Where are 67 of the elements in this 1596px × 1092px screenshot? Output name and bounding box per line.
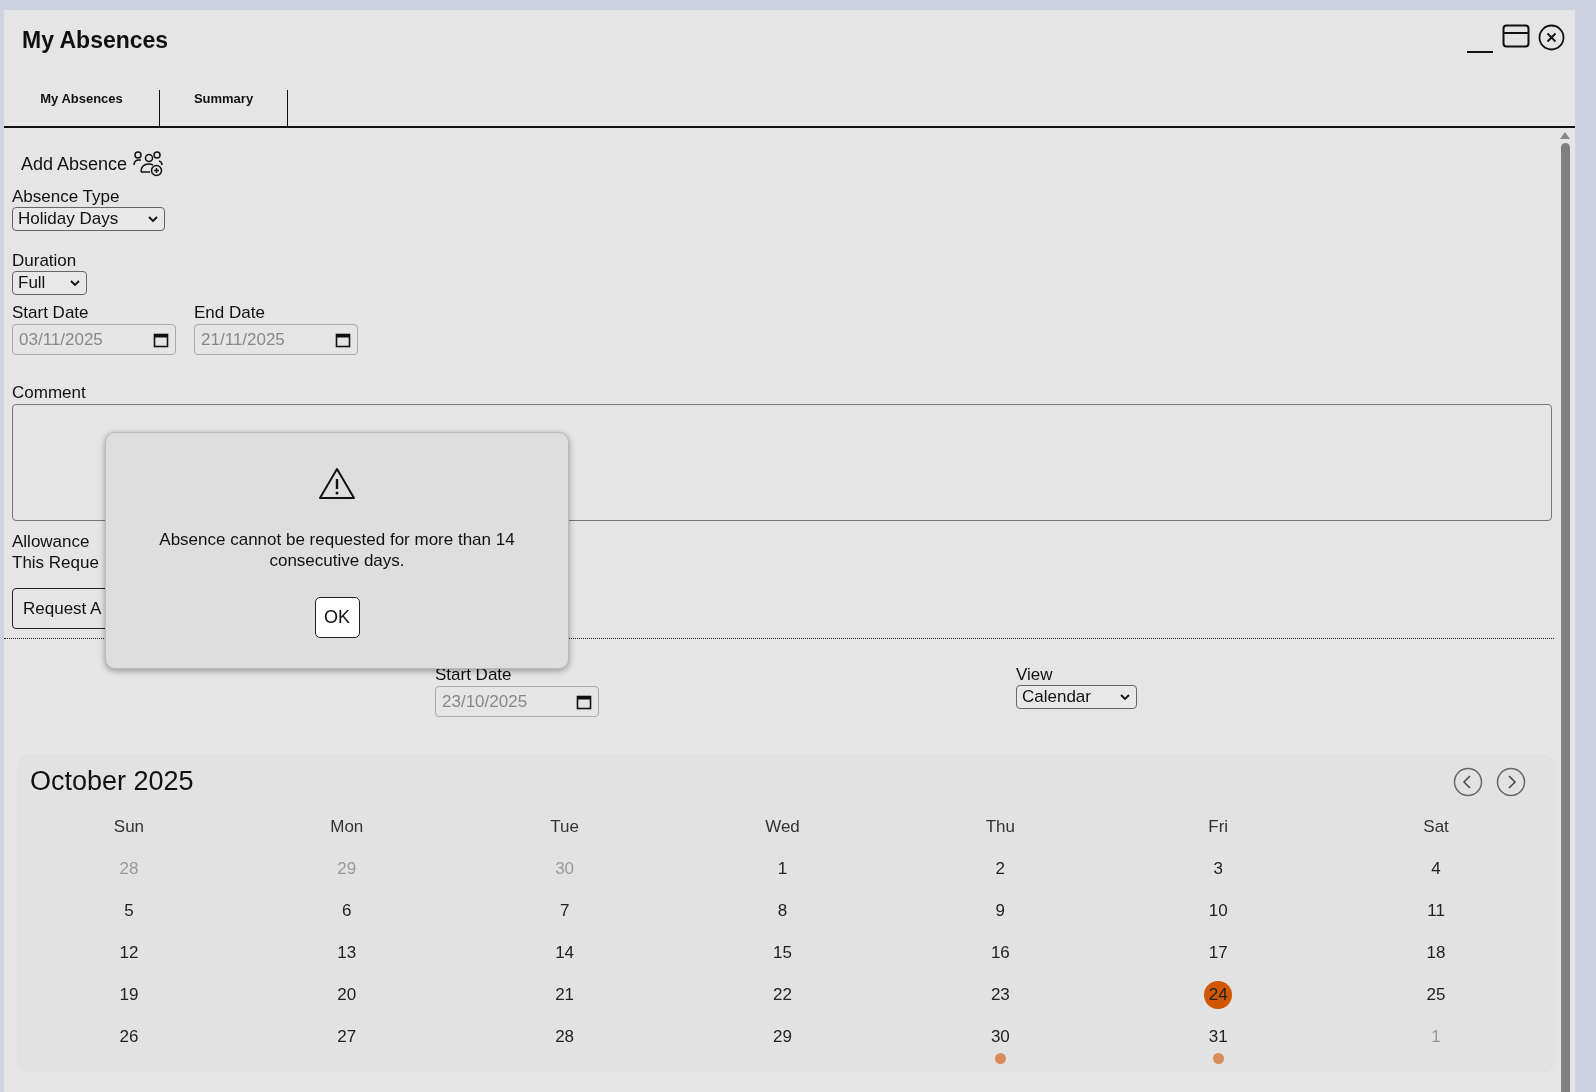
calendar-day[interactable]: 30 — [986, 1023, 1015, 1051]
weekday-label: Tue — [550, 817, 579, 837]
allowance-text: Allowance — [12, 531, 91, 552]
view-select[interactable]: Calendar — [1016, 685, 1137, 709]
month-title: October 2025 — [30, 766, 194, 797]
calendar-day[interactable]: 14 — [550, 939, 579, 967]
calendar-day[interactable]: 13 — [332, 939, 361, 967]
calendar-day[interactable]: 10 — [1204, 897, 1233, 925]
field-label: Comment — [12, 383, 86, 403]
calendar-day[interactable]: 26 — [114, 1023, 143, 1051]
calendar-day[interactable]: 1 — [768, 855, 797, 883]
allowance-text: This Reque — [12, 552, 99, 573]
previous-icon[interactable] — [1453, 766, 1483, 797]
field-label: Absence Type — [12, 187, 120, 207]
calendar-day[interactable]: 9 — [986, 897, 1015, 925]
weekday-label: Sat — [1423, 817, 1449, 837]
calendar-day[interactable]: 12 — [114, 939, 143, 967]
calendar-day[interactable]: 31 — [1204, 1023, 1233, 1051]
next-icon[interactable] — [1496, 766, 1526, 797]
calendar-day[interactable]: 7 — [550, 897, 579, 925]
duration-select[interactable]: Full — [12, 271, 87, 295]
calendar-day[interactable]: 28 — [550, 1023, 579, 1051]
tab[interactable]: My Absences — [4, 90, 160, 126]
window-title: My Absences — [22, 27, 169, 55]
field-label: View — [1016, 665, 1053, 685]
weekday-label: Mon — [330, 817, 364, 837]
section-heading: Add Absence — [21, 153, 128, 175]
field-label: Duration — [12, 251, 77, 271]
weekday-label: Fri — [1208, 817, 1229, 837]
calendar-day[interactable]: 25 — [1422, 981, 1451, 1009]
weekday-label: Thu — [985, 817, 1015, 837]
absence-type-select[interactable]: Holiday Days — [12, 207, 165, 231]
calendar-day[interactable]: 4 — [1422, 855, 1451, 883]
weekday-label: Wed — [765, 817, 800, 837]
warning-icon — [318, 467, 356, 501]
calendar-day[interactable]: 21 — [550, 981, 579, 1009]
calendar-day[interactable]: 27 — [332, 1023, 361, 1051]
chevron-icon — [70, 279, 80, 287]
people-add-icon[interactable] — [133, 151, 164, 177]
dialog-message: Absence cannot be requested for more than 14 consecutive days. — [158, 529, 516, 571]
calendar-day[interactable]: 11 — [1422, 897, 1451, 925]
calendar-day[interactable]: 24 — [1204, 981, 1233, 1009]
ok-button[interactable]: OK — [314, 597, 360, 638]
calendar-day[interactable]: 23 — [986, 981, 1015, 1009]
calendar-day[interactable]: 29 — [768, 1023, 797, 1051]
calendar-day[interactable]: 22 — [768, 981, 797, 1009]
weekday-label: Sun — [113, 817, 145, 837]
calendar-day[interactable]: 2 — [986, 855, 1015, 883]
field-label: Start Date — [435, 665, 512, 685]
chevron-icon — [148, 215, 158, 223]
calendar-day[interactable]: 15 — [768, 939, 797, 967]
tab[interactable]: Summary — [160, 90, 288, 126]
field-label: Start Date — [12, 303, 89, 323]
field-label: End Date — [194, 303, 265, 323]
calendar-day[interactable]: 17 — [1204, 939, 1233, 967]
calendar-day[interactable]: 19 — [114, 981, 143, 1009]
calendar-day[interactable]: 3 — [1204, 855, 1233, 883]
calendar-day[interactable]: 18 — [1422, 939, 1451, 967]
close-icon[interactable] — [1538, 24, 1565, 51]
calendar-day[interactable]: 5 — [114, 897, 143, 925]
scrollbar[interactable] — [1559, 132, 1571, 1092]
calendar-day[interactable]: 8 — [768, 897, 797, 925]
calendar-day[interactable]: 20 — [332, 981, 361, 1009]
calendar-day[interactable]: 16 — [986, 939, 1015, 967]
calendar-day[interactable]: 6 — [332, 897, 361, 925]
maximize-icon[interactable] — [1502, 24, 1530, 48]
chevron-icon — [1120, 693, 1130, 701]
